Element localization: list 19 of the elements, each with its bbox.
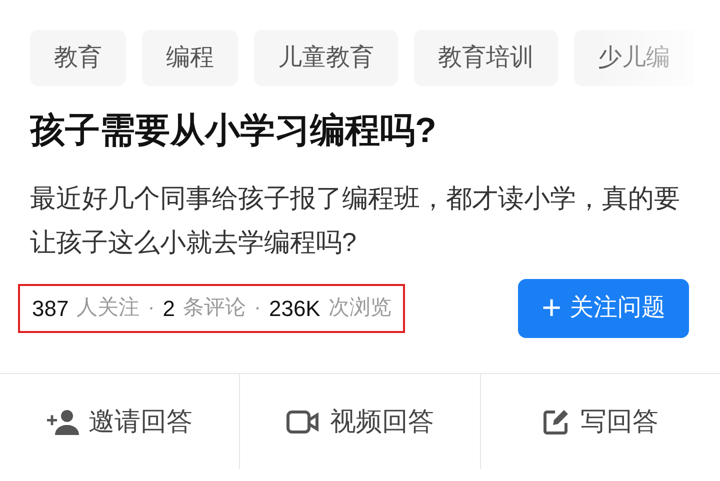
topic-tag[interactable]: 编程 [142,30,238,86]
follow-question-button[interactable]: + 关注问题 [518,278,689,338]
topic-tag[interactable]: 教育 [30,30,126,86]
topic-tag[interactable]: 儿童教育 [254,30,398,86]
stat-label: 次浏览 [328,294,392,320]
person-add-icon [46,408,79,434]
stat-count: 236K [268,294,320,322]
question-title: 孩子需要从小学习编程吗? [30,110,438,152]
topic-tag[interactable]: 教育培训 [414,30,558,86]
video-camera-icon [286,408,320,434]
stat-count: 387 [32,294,69,322]
plus-icon: + [542,291,562,325]
stat-label: 人关注 [76,294,140,320]
stat-label: 条评论 [182,294,246,320]
question-description: 最近好几个同事给孩子报了编程班，都才读小学，真的要让孩子这么小就去学编程吗? [30,182,680,259]
separator-dot: · [254,294,261,320]
stat-count: 2 [162,294,175,322]
edit-icon [542,408,570,436]
separator-dot: · [148,294,155,320]
